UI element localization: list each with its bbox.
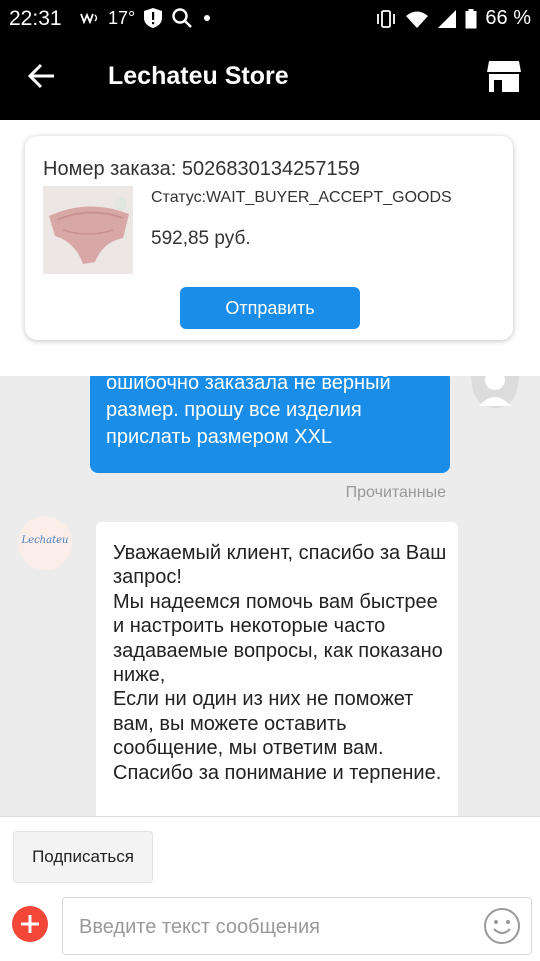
status-left-icons: 17° <box>80 7 213 29</box>
store-avatar-text: Lechateu <box>21 535 69 546</box>
incoming-message: Уважаемый клиент, спасибо за Ваш запрос!… <box>96 522 458 816</box>
battery-percent: 66 % <box>485 7 531 29</box>
store-avatar: Lechateu <box>18 516 72 570</box>
page-title: Lechateu Store <box>108 62 289 90</box>
order-status: Статус:WAIT_BUYER_ACCEPT_GOODS <box>151 189 452 206</box>
user-avatar-icon <box>471 376 519 408</box>
clock: 22:31 <box>9 7 62 30</box>
app-header: Lechateu Store <box>0 38 540 120</box>
signal-icon <box>438 9 457 28</box>
wifi-calling-icon <box>80 12 98 25</box>
message-input[interactable] <box>77 912 461 942</box>
subscribe-button[interactable]: Подписаться <box>13 831 153 883</box>
battery-icon <box>465 8 477 28</box>
back-arrow-icon[interactable] <box>26 60 58 92</box>
read-status: Прочитанные <box>345 484 446 501</box>
incoming-message-text: Уважаемый клиент, спасибо за Ваш запрос!… <box>113 542 447 784</box>
plus-icon <box>21 915 39 933</box>
message-input-box <box>62 897 532 955</box>
product-thumbnail[interactable] <box>43 186 133 274</box>
status-bar: 22:31 17° 66 % <box>0 0 540 38</box>
temperature: 17° <box>108 7 136 28</box>
send-order-button[interactable]: Отправить <box>180 287 360 329</box>
alert-icon <box>144 8 163 28</box>
chat-area[interactable]: ошибочно заказала не верный размер. прош… <box>0 376 540 816</box>
dot-icon <box>204 15 211 21</box>
add-attachment-button[interactable] <box>12 906 48 942</box>
status-right-icons: 66 % <box>375 7 531 30</box>
emoji-icon[interactable] <box>483 907 521 945</box>
wifi-icon <box>406 11 429 28</box>
order-panel: Номер заказа: 5026830134257159 Статус:WA… <box>0 120 540 376</box>
store-icon[interactable] <box>486 58 522 94</box>
product-image <box>43 186 133 274</box>
composer-panel: Подписаться <box>0 816 540 961</box>
outgoing-message: ошибочно заказала не верный размер. прош… <box>90 376 450 473</box>
search-icon <box>172 8 193 28</box>
order-price: 592,85 руб. <box>151 228 251 249</box>
vibrate-icon <box>377 9 396 28</box>
order-number: Номер заказа: 5026830134257159 <box>43 158 360 180</box>
order-card: Номер заказа: 5026830134257159 Статус:WA… <box>25 136 513 340</box>
outgoing-message-text: ошибочно заказала не верный размер. прош… <box>106 376 391 448</box>
